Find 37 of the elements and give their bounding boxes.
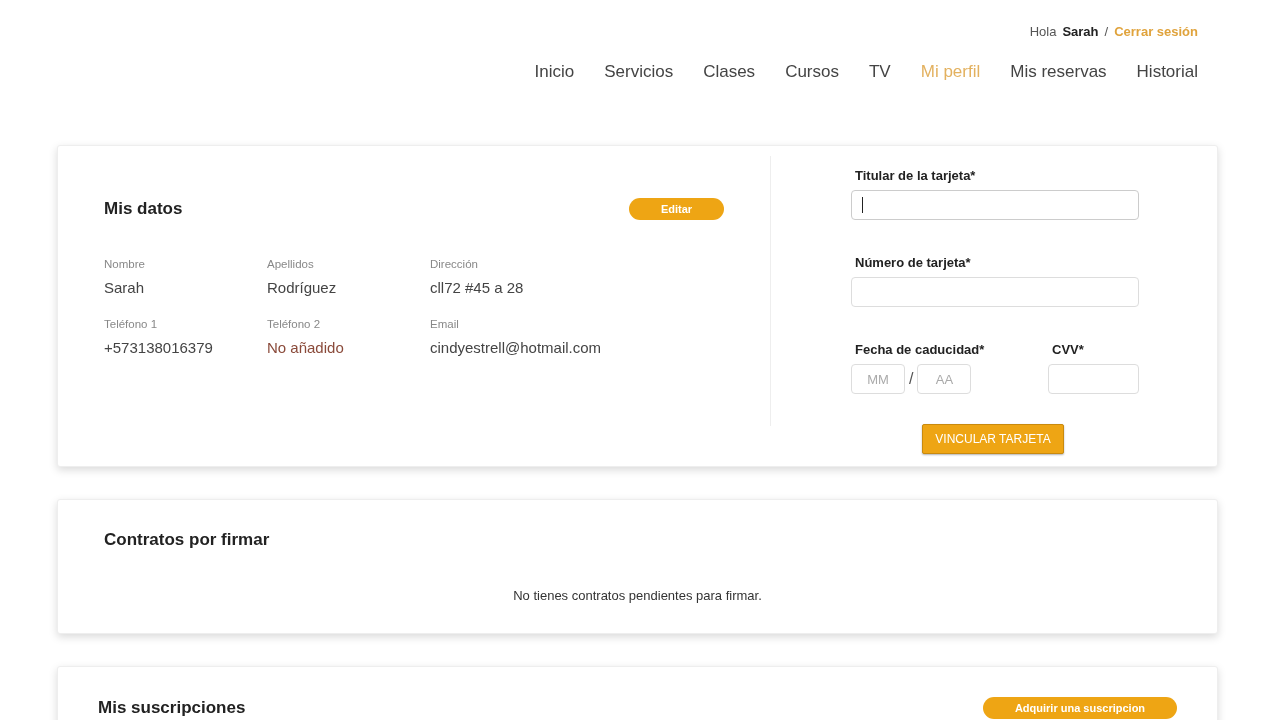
field-value: +573138016379 xyxy=(104,339,214,356)
year-field[interactable]: AA xyxy=(917,364,972,394)
field-label: Teléfono 2 xyxy=(267,318,322,330)
section-title: Mis datos xyxy=(104,199,183,219)
user-name: Sarah xyxy=(1062,23,1099,39)
nav-link[interactable]: Historial xyxy=(1136,62,1198,145)
field-value: Rodríguez xyxy=(267,279,338,296)
field-label: Fecha de caducidad* xyxy=(855,342,985,357)
field-label: Teléfono 1 xyxy=(104,318,159,330)
nav-link[interactable]: TV xyxy=(869,62,891,145)
greeting-text: Hola xyxy=(1029,23,1057,39)
nav-link[interactable]: Servicios xyxy=(604,62,674,145)
nav-link[interactable]: Mis reservas xyxy=(1010,62,1107,145)
nav-link[interactable]: Inicio xyxy=(534,62,575,145)
field-label: Titular de la tarjeta* xyxy=(855,168,977,183)
nav-link[interactable]: Cursos xyxy=(785,62,839,145)
cvv-field[interactable] xyxy=(1048,364,1139,394)
nav-link[interactable]: Clases xyxy=(703,62,756,145)
field-label: Número de tarjeta* xyxy=(855,255,972,270)
field-label: Nombre xyxy=(104,258,146,270)
separator-text: / xyxy=(909,370,914,388)
input-field[interactable] xyxy=(851,190,1139,220)
field-label: Dirección xyxy=(430,258,479,270)
field-label: Apellidos xyxy=(267,258,315,270)
field-value: Sarah xyxy=(104,279,146,296)
empty-message: No tienes contratos pendientes para firmar. xyxy=(512,588,763,603)
field-value: cindyestrell@hotmail.com xyxy=(430,339,603,356)
section-title: Mis suscripciones xyxy=(98,698,246,718)
input-field[interactable] xyxy=(851,277,1139,307)
month-field[interactable]: MM xyxy=(851,364,905,394)
text-caret xyxy=(862,197,863,213)
field-value: cll72 #45 a 28 xyxy=(430,279,525,296)
separator-text: / xyxy=(1104,23,1109,39)
field-label: Email xyxy=(430,318,460,330)
section-title: Contratos por firmar xyxy=(104,530,271,550)
field-value: No añadido xyxy=(267,339,345,356)
field-label: CVV* xyxy=(1052,342,1085,357)
